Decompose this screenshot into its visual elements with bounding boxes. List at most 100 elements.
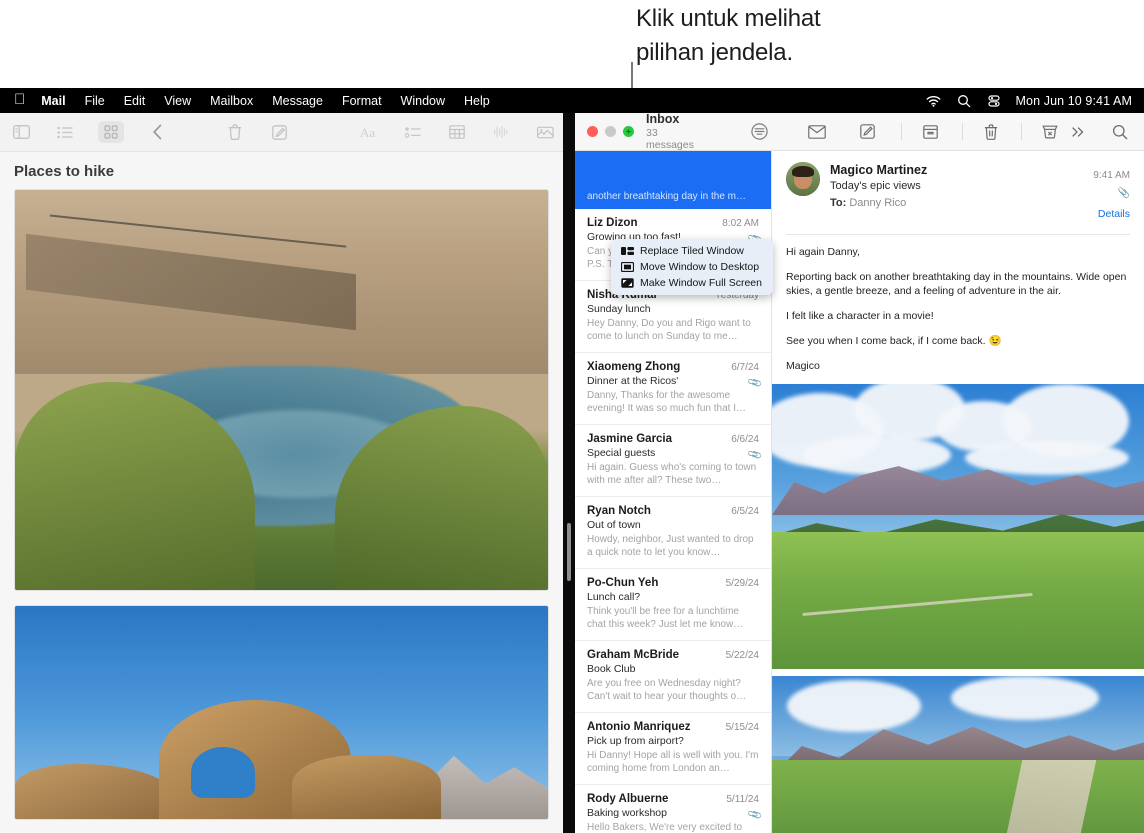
menu-item-help[interactable]: Help [464,94,490,108]
table-row[interactable]: another breathtaking day in the m… [575,151,771,209]
message-sender: Antonio Manriquez [587,721,691,733]
compose-icon[interactable] [268,121,290,143]
desktop:  Mail File Edit View Mailbox Message Fo… [0,88,1144,833]
menu-item-window[interactable]: Window [401,94,445,108]
message-date: 6/5/24 [731,506,759,517]
body-paragraph-4: See you when I come back, if I come back… [786,334,1130,348]
fullscreen-window-icon [620,277,634,289]
reader-to-label: To: [830,197,846,209]
message-date: 8:02 AM [722,218,759,229]
bulleted-list-icon[interactable] [402,121,424,143]
photos-album-title: Places to hike [0,152,563,189]
mark-unread-icon[interactable] [803,119,831,145]
details-link[interactable]: Details [1098,208,1130,220]
tiled-window-icon [620,245,634,257]
message-subject: Pick up from airport? [587,735,759,747]
message-subject: Lunch call? [587,591,759,603]
hot-springs-valley-photo[interactable] [14,189,549,591]
window-options-popup-menu[interactable]: Replace Tiled Window Move Window to Desk… [611,239,773,295]
menu-item-format[interactable]: Format [342,94,382,108]
junk-icon[interactable] [1036,119,1064,145]
table-row[interactable]: Ryan Notch 6/5/24 Out of town Howdy, nei… [575,497,771,569]
archive-icon[interactable] [916,119,944,145]
message-sender: Graham McBride [587,649,679,661]
wifi-icon[interactable] [926,93,942,109]
table-row[interactable]: Jasmine Garcia 6/6/24 Special guests 📎 H… [575,425,771,497]
message-preview: Danny, Thanks for the awesome evening! I… [587,389,759,415]
reader-to-value: Danny Rico [849,197,906,209]
menu-bar-clock[interactable]: Mon Jun 10 9:41 AM [1016,94,1132,108]
message-date: 5/11/24 [726,794,759,805]
table-row[interactable]: Antonio Manriquez 5/15/24 Pick up from a… [575,713,771,785]
divider-scrollbar-handle[interactable] [567,523,571,581]
menu-item-view[interactable]: View [164,94,191,108]
delete-icon[interactable] [977,119,1005,145]
message-date: 6/6/24 [731,434,759,445]
message-subject: Baking workshop [587,807,759,819]
message-sender: Liz Dizon [587,217,637,229]
menu-item-file[interactable]: File [85,94,105,108]
search-icon[interactable] [1106,119,1134,145]
window-divider[interactable] [563,113,575,833]
filter-icon[interactable] [745,119,773,145]
message-body: Hi again Danny, Reporting back on anothe… [772,235,1144,373]
list-view-icon[interactable] [54,121,76,143]
svg-text:Aa: Aa [360,126,375,139]
menu-item-label: Replace Tiled Window [640,245,744,257]
message-date: 5/15/24 [726,722,759,733]
compose-message-icon[interactable] [853,119,881,145]
menu-item-mailbox[interactable]: Mailbox [210,94,253,108]
message-subject: Out of town [587,519,759,531]
message-preview: Hello Bakers, We're very excited to have… [587,821,759,833]
minimize-button[interactable] [605,126,616,137]
trash-icon[interactable] [224,121,246,143]
menu-item-make-window-full-screen[interactable]: Make Window Full Screen [611,275,773,291]
close-button[interactable] [587,126,598,137]
menu-item-replace-tiled-window[interactable]: Replace Tiled Window [611,243,773,259]
menu-item-label: Make Window Full Screen [640,277,762,289]
message-preview: Are you free on Wednesday night? Can't w… [587,677,759,703]
message-date: 6/7/24 [731,362,759,373]
reader-recipient: To: Danny Rico [830,196,1093,210]
grid-view-icon[interactable] [98,121,124,143]
sidebar-toggle-icon[interactable] [10,121,32,143]
media-insert-icon[interactable] [534,121,556,143]
reader-timestamp: 9:41 AM [1093,170,1130,181]
more-chevrons-icon[interactable] [1064,119,1092,145]
body-paragraph-3: I felt like a character in a movie! [786,309,1130,323]
menu-item-label: Move Window to Desktop [640,261,759,273]
table-icon[interactable] [446,121,468,143]
paperclip-icon[interactable]: 📎 [1093,186,1130,201]
menu-item-mail[interactable]: Mail [41,94,65,108]
spotlight-search-icon[interactable] [956,93,972,109]
back-chevron-icon[interactable] [146,121,168,143]
text-format-icon[interactable]: Aa [358,121,380,143]
callout-line-2: pilihan jendela. [636,36,1106,70]
message-sender: Rody Albuerne [587,793,668,805]
desktop-window-icon [620,261,634,273]
table-row[interactable]: Graham McBride 5/22/24 Book Club Are you… [575,641,771,713]
message-subject: Sunday lunch [587,303,759,315]
table-row[interactable]: Xiaomeng Zhong 6/7/24 Dinner at the Rico… [575,353,771,425]
table-row[interactable]: Rody Albuerne 5/11/24 Baking workshop 📎 … [575,785,771,833]
dolomites-meadow-photo[interactable] [772,384,1144,669]
mail-toolbar: Inbox 33 messages [575,113,1144,151]
apple-menu-icon[interactable]:  [14,92,25,107]
menu-bar-status-area: Mon Jun 10 9:41 AM [926,93,1132,109]
table-row[interactable]: Po-Chun Yeh 5/29/24 Lunch call? Think yo… [575,569,771,641]
menu-item-message[interactable]: Message [272,94,323,108]
message-sender: Po-Chun Yeh [587,577,658,589]
desert-arch-photo[interactable] [14,605,549,820]
audio-waveform-icon[interactable] [490,121,512,143]
fullscreen-button[interactable] [623,126,634,137]
photos-toolbar: Aa [0,113,563,152]
mailbox-title: Inbox [646,113,705,126]
callout-text: Klik untuk melihat pilihan jendela. [636,2,1106,70]
menu-item-move-window-to-desktop[interactable]: Move Window to Desktop [611,259,773,275]
message-sender: Jasmine Garcia [587,433,672,445]
control-center-icon[interactable] [986,93,1002,109]
menu-item-edit[interactable]: Edit [124,94,146,108]
message-date: 5/22/24 [726,650,759,661]
body-signature: Magico [786,359,1130,373]
mountain-trail-photo[interactable] [772,676,1144,833]
